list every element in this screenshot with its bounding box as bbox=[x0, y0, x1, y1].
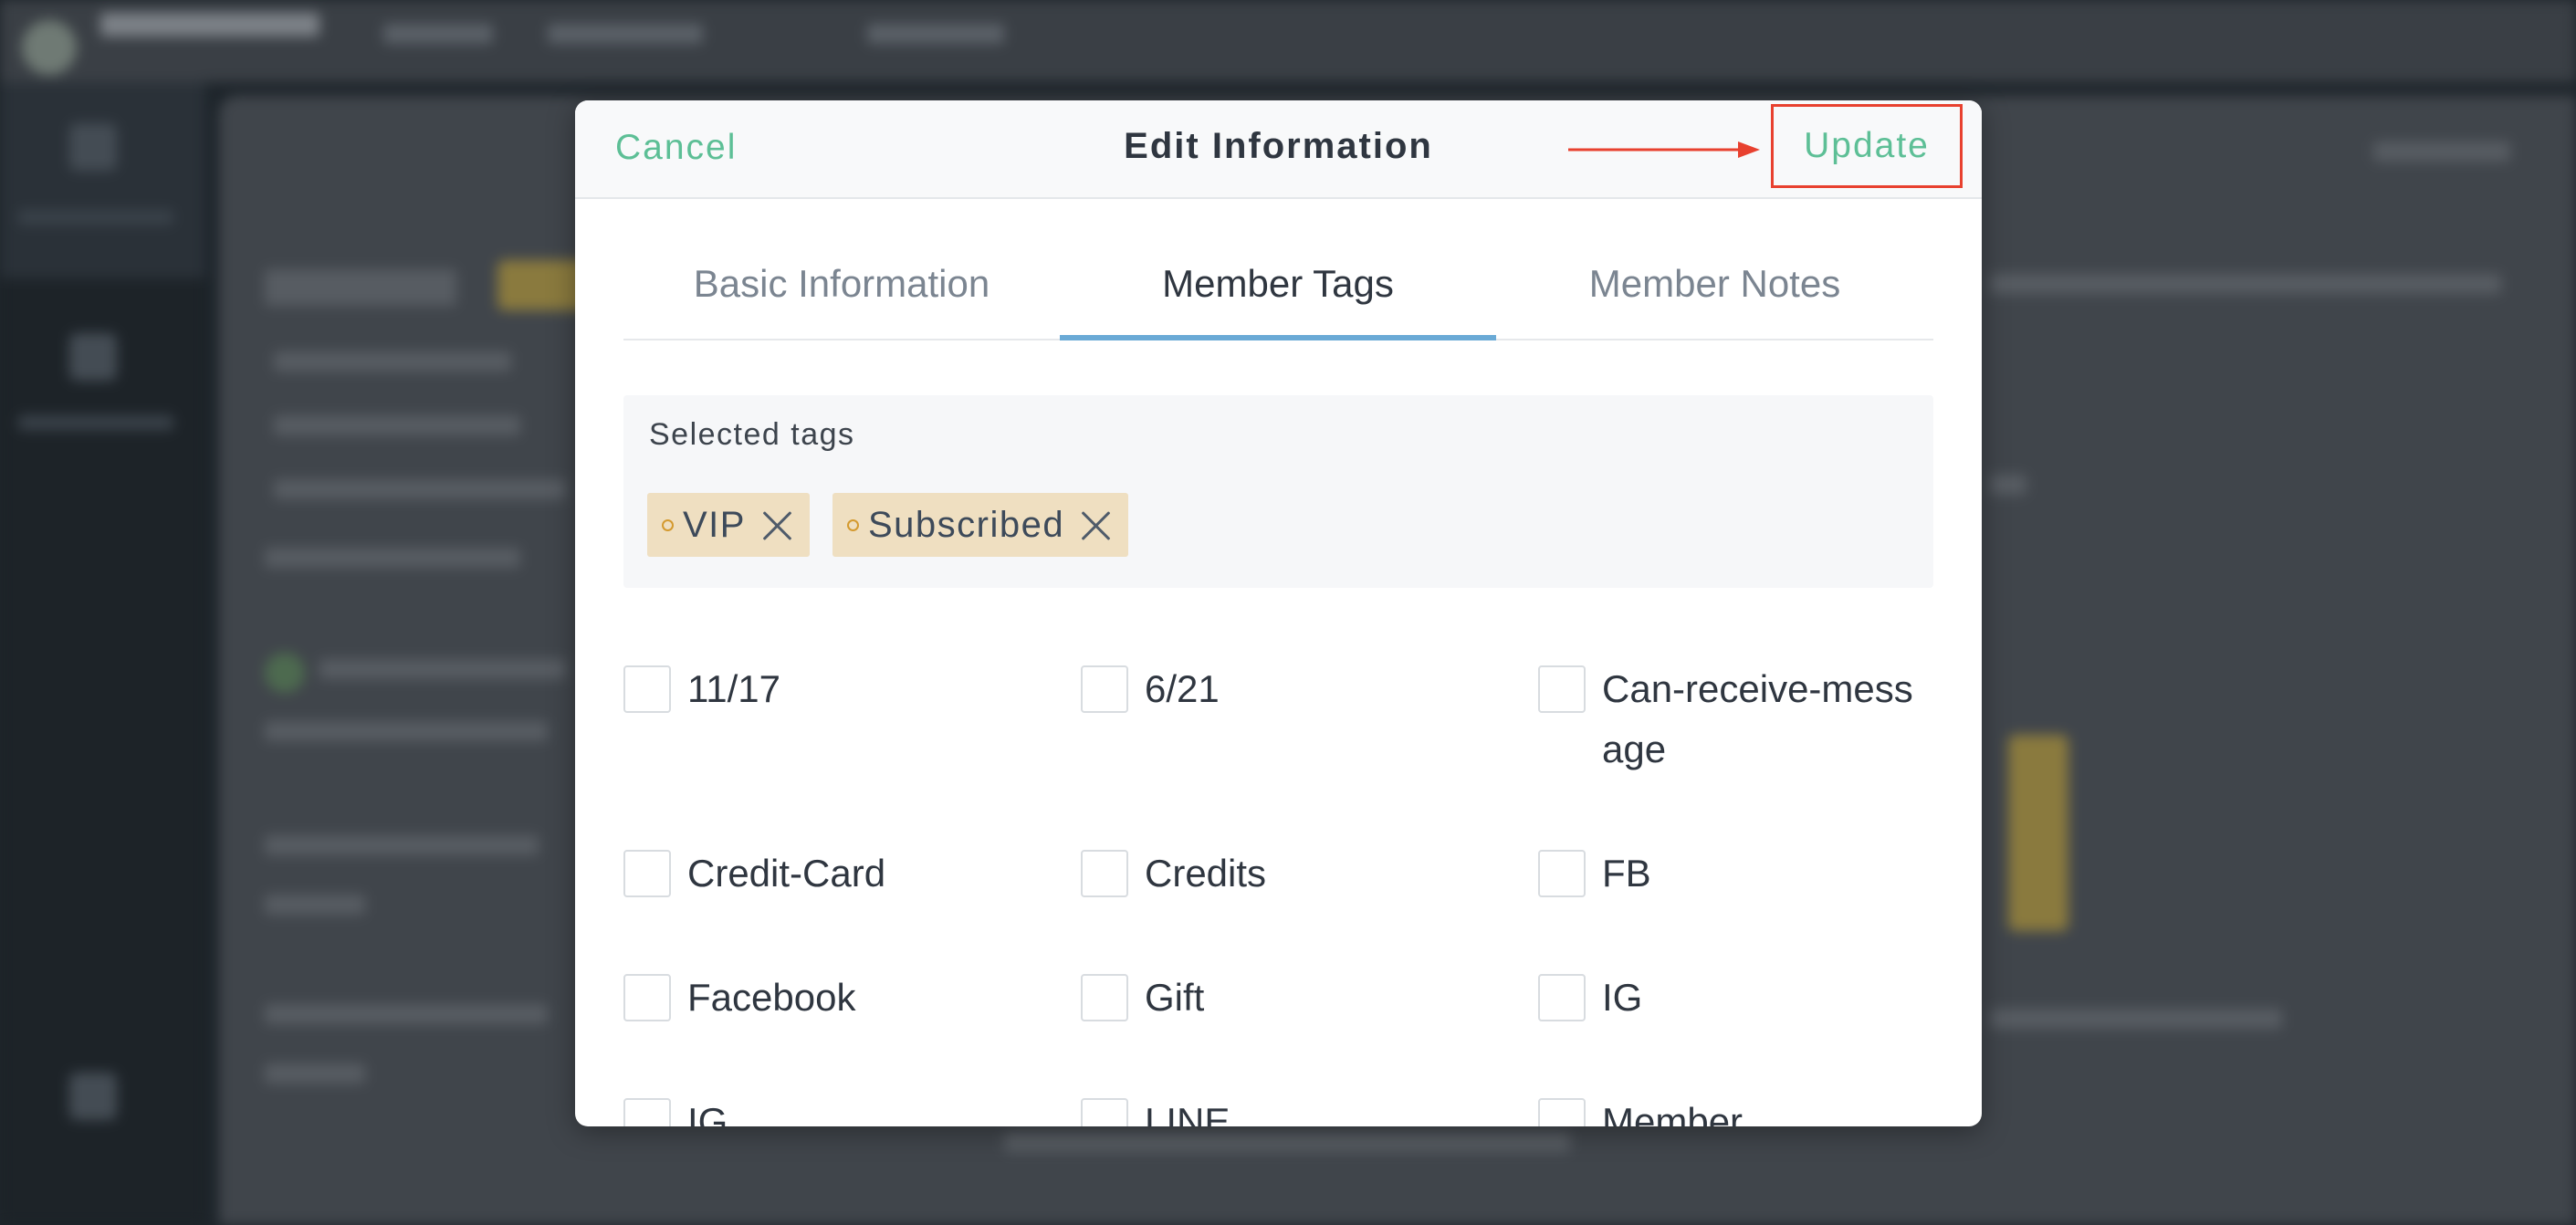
background-sidebar-active bbox=[0, 82, 205, 278]
tab-basic-information[interactable]: Basic Information bbox=[623, 228, 1060, 340]
tag-option-label: Gift bbox=[1145, 976, 1205, 1019]
background-nav-item bbox=[383, 24, 493, 44]
tag-option[interactable]: Can-receive-message bbox=[1538, 659, 1929, 780]
background-bar bbox=[2008, 735, 2068, 931]
update-button[interactable]: Update bbox=[1774, 107, 1960, 185]
checkbox[interactable] bbox=[1081, 974, 1128, 1021]
checkbox[interactable] bbox=[1081, 1098, 1128, 1126]
tag-option[interactable]: FB bbox=[1538, 843, 1929, 904]
background-line bbox=[274, 479, 566, 499]
checkbox[interactable] bbox=[1538, 1098, 1586, 1126]
tag-option-label: 11/17 bbox=[687, 667, 780, 710]
background-sidebar-icon bbox=[69, 123, 117, 171]
background-sidebar-icon bbox=[69, 333, 117, 381]
background-sidebar-line bbox=[18, 210, 173, 225]
selected-tags-label: Selected tags bbox=[649, 417, 855, 452]
update-highlight-box: Update bbox=[1771, 104, 1963, 188]
background-nav-item bbox=[867, 24, 1004, 44]
modal-header: Edit Information Cancel Update bbox=[575, 100, 1982, 199]
checkbox[interactable] bbox=[623, 665, 671, 713]
tag-option[interactable]: 11/17 bbox=[623, 659, 1014, 719]
close-icon[interactable] bbox=[1077, 507, 1114, 543]
selected-tag-vip: VIP bbox=[647, 493, 810, 557]
background-sidebar-line bbox=[18, 415, 173, 430]
background-line bbox=[265, 895, 365, 915]
tag-dot-icon bbox=[662, 518, 674, 531]
selected-tag-subscribed: Subscribed bbox=[832, 493, 1129, 557]
tag-option-label: Facebook bbox=[687, 976, 856, 1019]
background-line bbox=[265, 1063, 365, 1084]
tab-active-indicator bbox=[1060, 335, 1496, 340]
background-logo bbox=[22, 20, 77, 75]
checkbox[interactable] bbox=[1538, 850, 1586, 897]
background-line bbox=[265, 548, 520, 568]
close-icon[interactable] bbox=[759, 507, 795, 543]
tag-label: VIP bbox=[683, 504, 746, 545]
checkbox[interactable] bbox=[1538, 665, 1586, 713]
tag-option-label: Credits bbox=[1145, 852, 1267, 895]
checkbox[interactable] bbox=[623, 850, 671, 897]
tag-option[interactable]: Facebook bbox=[623, 968, 1014, 1028]
tag-option[interactable]: IG bbox=[1538, 968, 1929, 1028]
checkbox[interactable] bbox=[1081, 850, 1128, 897]
tag-option[interactable]: IG bbox=[623, 1092, 1014, 1126]
background-logo-text bbox=[100, 13, 319, 37]
background-heading bbox=[265, 269, 456, 306]
tag-option-label: Credit-Card bbox=[687, 852, 886, 895]
tag-option[interactable]: Member bbox=[1538, 1092, 1929, 1126]
checkbox[interactable] bbox=[623, 974, 671, 1021]
tag-option-label: Can-receive-message bbox=[1602, 667, 1913, 770]
background-line bbox=[319, 659, 566, 679]
tag-option[interactable]: LINE bbox=[1081, 1092, 1471, 1126]
checkbox[interactable] bbox=[1538, 974, 1586, 1021]
background-line bbox=[265, 721, 548, 741]
tag-option-label: IG bbox=[687, 1100, 728, 1126]
background-status-dot bbox=[265, 653, 305, 693]
edit-information-modal: Edit Information Cancel Update Basic Inf… bbox=[575, 100, 1982, 1126]
tab-member-notes[interactable]: Member Notes bbox=[1496, 228, 1933, 340]
background-nav-item bbox=[548, 24, 703, 44]
background-line bbox=[1990, 475, 2026, 495]
tag-label: Subscribed bbox=[868, 504, 1065, 545]
tag-option[interactable]: Credits bbox=[1081, 843, 1471, 904]
checkbox[interactable] bbox=[623, 1098, 671, 1126]
tag-option-label: 6/21 bbox=[1145, 667, 1220, 710]
background-line bbox=[1990, 1009, 2282, 1029]
tag-option-label: LINE bbox=[1145, 1100, 1230, 1126]
tag-option-label: FB bbox=[1602, 852, 1651, 895]
tab-member-tags[interactable]: Member Tags bbox=[1060, 228, 1496, 340]
selected-tags-panel: Selected tags VIP Subscribed bbox=[623, 395, 1933, 588]
cancel-button[interactable]: Cancel bbox=[615, 128, 737, 168]
tag-option-label: IG bbox=[1602, 976, 1643, 1019]
background-line bbox=[274, 415, 520, 435]
checkbox[interactable] bbox=[1081, 665, 1128, 713]
tag-option[interactable]: Credit-Card bbox=[623, 843, 1014, 904]
background-sidebar-icon bbox=[69, 1073, 117, 1120]
tag-dot-icon bbox=[847, 518, 859, 531]
arrow-right-icon bbox=[1568, 141, 1760, 158]
background-line bbox=[265, 835, 539, 855]
tag-option[interactable]: 6/21 bbox=[1081, 659, 1471, 719]
tag-option[interactable]: Gift bbox=[1081, 968, 1471, 1028]
background-line bbox=[1990, 274, 2501, 294]
background-line bbox=[2373, 141, 2510, 162]
background-line bbox=[1004, 1132, 1570, 1152]
background-line bbox=[265, 1004, 548, 1024]
background-line bbox=[274, 351, 511, 372]
tag-option-label: Member bbox=[1602, 1100, 1744, 1126]
